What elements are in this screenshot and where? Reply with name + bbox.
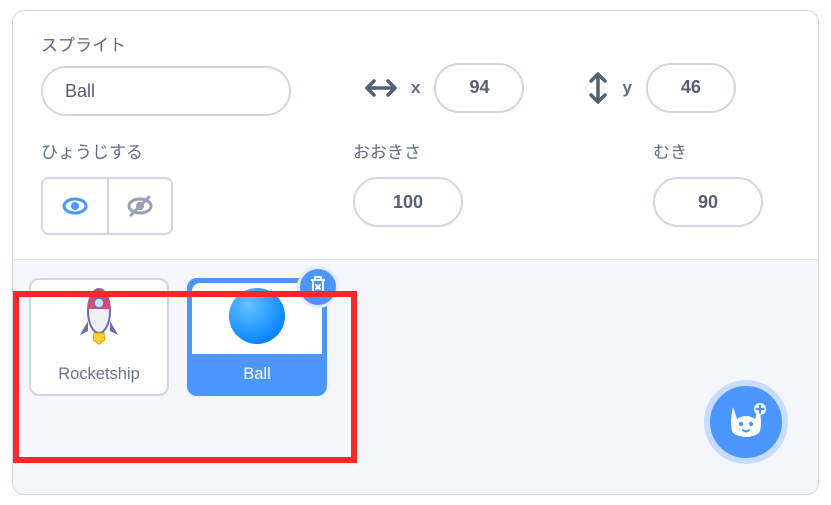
- sprite-thumbnail: [31, 280, 167, 357]
- size-label: おおきさ: [353, 138, 653, 163]
- cat-plus-icon: [723, 397, 769, 448]
- direction-input[interactable]: [653, 177, 763, 227]
- sprite-label: スプライト: [41, 31, 291, 56]
- show-button[interactable]: [43, 179, 107, 233]
- sprite-list: Rocketship Ball: [13, 260, 818, 414]
- x-input[interactable]: [434, 63, 524, 113]
- x-label: x: [411, 78, 420, 98]
- delete-sprite-button[interactable]: [297, 266, 339, 308]
- ball-icon: [226, 285, 288, 352]
- direction-label: むき: [653, 138, 790, 163]
- sprite-tile-ball[interactable]: Ball: [187, 278, 327, 396]
- horizontal-arrows-icon: [365, 78, 397, 98]
- y-input[interactable]: [646, 63, 736, 113]
- sprite-info-panel: スプライト x y ひょうじする: [12, 10, 819, 495]
- y-label: y: [622, 78, 631, 98]
- show-label: ひょうじする: [41, 138, 353, 163]
- sprite-tile-label: Rocketship: [31, 357, 167, 394]
- visibility-toggle: [41, 177, 173, 235]
- size-input[interactable]: [353, 177, 463, 227]
- vertical-arrows-icon: [588, 72, 608, 104]
- sprite-name-input[interactable]: [41, 66, 291, 116]
- eye-icon: [60, 191, 90, 221]
- rocketship-icon: [74, 285, 124, 352]
- sprite-info-area: スプライト x y ひょうじする: [13, 11, 818, 260]
- eye-slash-icon: [125, 191, 155, 221]
- trash-icon: [307, 274, 329, 301]
- hide-button[interactable]: [107, 179, 171, 233]
- add-sprite-button[interactable]: [704, 380, 788, 464]
- sprite-tile-rocketship[interactable]: Rocketship: [29, 278, 169, 396]
- sprite-tile-label: Ball: [189, 357, 325, 394]
